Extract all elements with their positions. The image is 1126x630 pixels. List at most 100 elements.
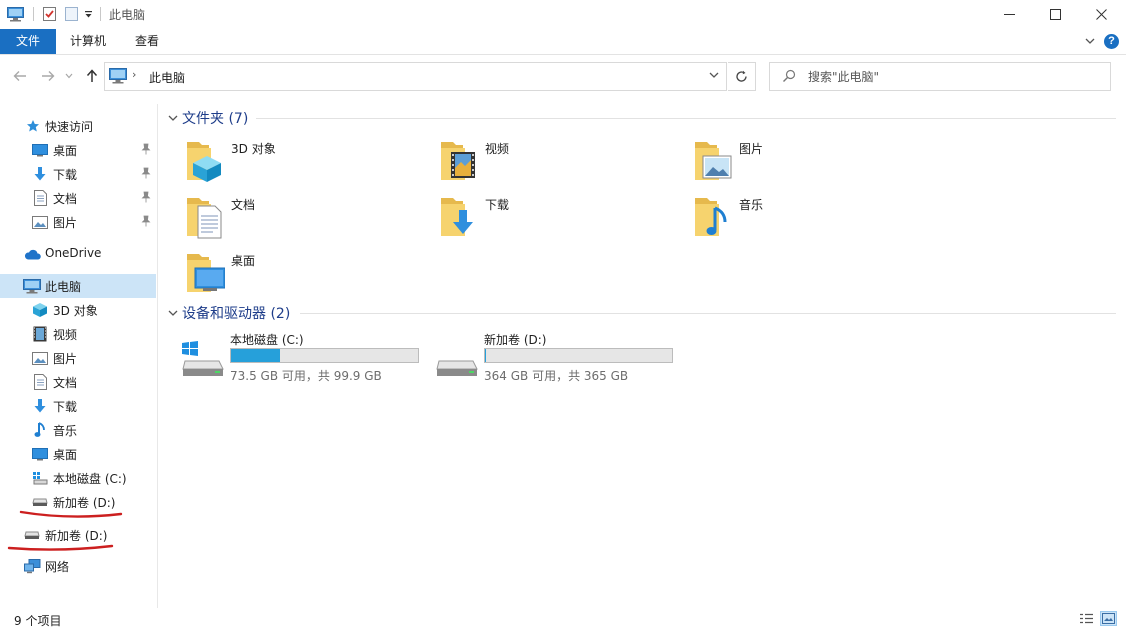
computer-icon[interactable]	[6, 5, 24, 23]
group-header-folders[interactable]: 文件夹 (7)	[166, 108, 248, 128]
download-icon	[31, 397, 49, 415]
sidebar-item-quick-desktop[interactable]: 桌面	[0, 138, 156, 162]
sidebar-item-label: OneDrive	[45, 246, 102, 260]
group-header-label: 文件夹 (7)	[182, 111, 249, 127]
folder-label: 文档	[231, 198, 256, 212]
capacity-bar	[484, 348, 673, 363]
sidebar-item-label: 新加卷 (D:)	[45, 529, 108, 543]
drive-icon	[31, 493, 49, 511]
pin-icon[interactable]	[141, 143, 151, 158]
forward-button[interactable]	[38, 66, 58, 86]
sidebar-item-network[interactable]: 网络	[0, 554, 156, 578]
sidebar-item-documents[interactable]: 文档	[0, 370, 156, 394]
refresh-icon	[736, 70, 747, 82]
refresh-button[interactable]	[728, 62, 756, 91]
back-button[interactable]	[10, 66, 30, 86]
recent-locations-button[interactable]	[62, 66, 76, 86]
picture-icon	[31, 349, 49, 367]
group-header-devices[interactable]: 设备和驱动器 (2)	[166, 303, 290, 323]
sidebar-item-videos[interactable]: 视频	[0, 322, 156, 346]
sidebar-item-downloads[interactable]: 下载	[0, 394, 156, 418]
ribbon: 文件 计算机 查看 ?	[0, 29, 1126, 55]
document-icon	[31, 189, 49, 207]
sidebar-item-label: 桌面	[53, 448, 78, 462]
pin-icon[interactable]	[141, 215, 151, 230]
expand-ribbon-icon[interactable]	[1083, 34, 1097, 48]
up-button[interactable]	[82, 66, 102, 86]
drive-label: 本地磁盘 (C:)	[230, 333, 304, 347]
close-icon	[1095, 9, 1107, 20]
tab-file[interactable]: 文件	[0, 29, 56, 54]
network-icon	[23, 557, 41, 575]
sidebar-item-label: 新加卷 (D:)	[53, 496, 116, 510]
close-button[interactable]	[1078, 0, 1124, 29]
sidebar-item-label: 音乐	[53, 424, 78, 438]
sidebar-item-3d-objects[interactable]: 3D 对象	[0, 298, 156, 322]
sidebar-item-quick-access[interactable]: 快速访问	[0, 114, 156, 138]
sidebar-item-label: 文档	[53, 376, 78, 390]
folder-label: 视频	[485, 142, 510, 156]
3d-object-icon	[31, 301, 49, 319]
sidebar-item-quick-pictures[interactable]: 图片	[0, 210, 156, 234]
capacity-fill	[485, 349, 486, 362]
sidebar-item-label: 本地磁盘 (C:)	[53, 472, 127, 486]
folder-label: 下载	[485, 198, 510, 212]
tab-view[interactable]: 查看	[124, 29, 170, 54]
pin-icon[interactable]	[141, 191, 151, 206]
folder-desktop[interactable]: 桌面	[185, 250, 425, 302]
drive-c[interactable]: 本地磁盘 (C:) 73.5 GB 可用，共 99.9 GB	[181, 331, 433, 387]
details-view-button[interactable]	[1078, 611, 1095, 626]
search-input[interactable]	[808, 67, 1098, 87]
star-icon	[24, 117, 42, 135]
help-button[interactable]: ?	[1104, 34, 1119, 49]
sidebar-item-quick-downloads[interactable]: 下载	[0, 162, 156, 186]
minimize-button[interactable]	[986, 0, 1032, 29]
folder-label: 音乐	[739, 198, 764, 212]
new-folder-icon[interactable]	[62, 5, 80, 23]
drive-icon	[23, 526, 41, 544]
search-box[interactable]	[769, 62, 1111, 91]
drive-d[interactable]: 新加卷 (D:) 364 GB 可用，共 365 GB	[435, 331, 687, 387]
pin-icon[interactable]	[141, 167, 151, 182]
drive-space-info: 73.5 GB 可用，共 99.9 GB	[230, 369, 382, 383]
breadcrumb-separator[interactable]: ›	[132, 68, 136, 81]
sidebar-item-new-volume-d[interactable]: 新加卷 (D:)	[0, 490, 156, 514]
group-header-label: 设备和驱动器 (2)	[182, 306, 291, 322]
sidebar-item-local-disk-c[interactable]: 本地磁盘 (C:)	[0, 466, 156, 490]
folder-3d-objects[interactable]: 3D 对象	[185, 138, 425, 190]
sidebar-item-label: 此电脑	[45, 280, 82, 294]
folder-videos[interactable]: 视频	[439, 138, 679, 190]
group-divider	[256, 118, 1116, 119]
music-icon	[31, 421, 49, 439]
capacity-bar	[230, 348, 419, 363]
folder-downloads[interactable]: 下载	[439, 194, 679, 246]
sidebar-item-this-pc[interactable]: 此电脑	[0, 274, 156, 298]
desktop-folder-icon	[187, 254, 225, 292]
customize-toolbar-dropdown-icon[interactable]	[82, 5, 94, 23]
sidebar-item-desktop[interactable]: 桌面	[0, 442, 156, 466]
breadcrumb[interactable]: 此电脑	[149, 69, 185, 86]
folder-music[interactable]: 音乐	[693, 194, 933, 246]
folder-label: 桌面	[231, 254, 256, 268]
sidebar-item-onedrive[interactable]: OneDrive	[0, 242, 156, 266]
address-history-dropdown[interactable]	[708, 69, 720, 84]
chevron-down-icon	[709, 72, 719, 78]
item-count: 9 个项目	[14, 614, 62, 628]
folder-documents[interactable]: 文档	[185, 194, 425, 246]
properties-icon[interactable]	[40, 5, 58, 23]
windows-drive-icon	[31, 469, 49, 487]
maximize-button[interactable]	[1032, 0, 1078, 29]
large-icons-view-button[interactable]	[1100, 611, 1117, 626]
tab-computer[interactable]: 计算机	[58, 29, 118, 54]
sidebar-item-quick-documents[interactable]: 文档	[0, 186, 156, 210]
large-icons-view-icon	[1102, 613, 1115, 624]
folder-pictures[interactable]: 图片	[693, 138, 933, 190]
chevron-down-icon	[168, 310, 178, 316]
address-bar[interactable]: › 此电脑	[104, 62, 727, 91]
sidebar-item-drive-d[interactable]: 新加卷 (D:)	[0, 523, 156, 547]
minimize-icon	[1003, 14, 1015, 15]
sidebar-item-label: 3D 对象	[53, 304, 98, 318]
sidebar-item-music[interactable]: 音乐	[0, 418, 156, 442]
sidebar-item-pictures[interactable]: 图片	[0, 346, 156, 370]
drive-space-info: 364 GB 可用，共 365 GB	[484, 369, 629, 383]
